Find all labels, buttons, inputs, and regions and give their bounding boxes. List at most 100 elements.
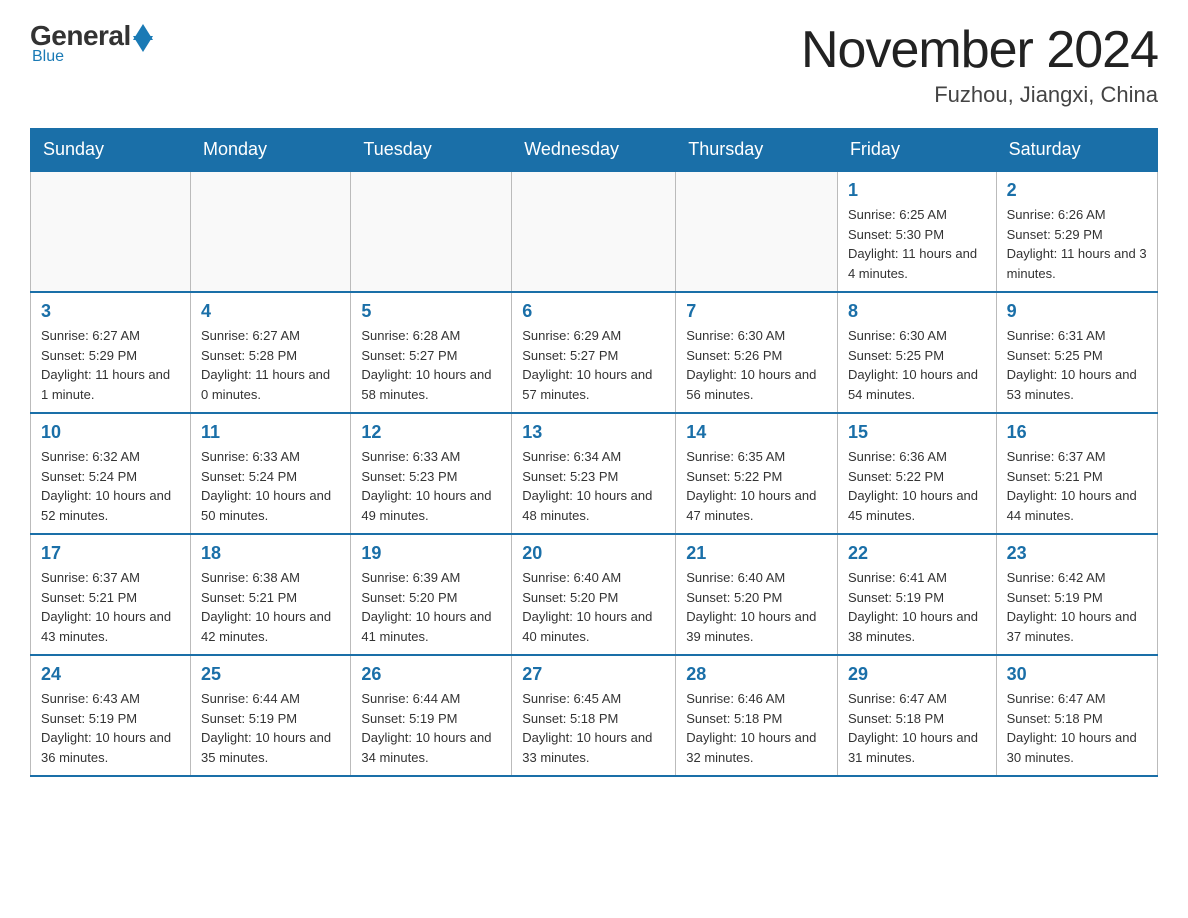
day-info: Sunrise: 6:40 AM Sunset: 5:20 PM Dayligh… (686, 568, 827, 646)
day-info: Sunrise: 6:33 AM Sunset: 5:23 PM Dayligh… (361, 447, 501, 525)
day-number: 6 (522, 301, 665, 322)
calendar-cell: 12 Sunrise: 6:33 AM Sunset: 5:23 PM Dayli… (351, 413, 512, 534)
day-info: Sunrise: 6:40 AM Sunset: 5:20 PM Dayligh… (522, 568, 665, 646)
calendar-header: SundayMondayTuesdayWednesdayThursdayFrid… (31, 129, 1158, 172)
day-number: 15 (848, 422, 986, 443)
calendar-cell: 6 Sunrise: 6:29 AM Sunset: 5:27 PM Daylig… (512, 292, 676, 413)
day-number: 2 (1007, 180, 1147, 201)
calendar-cell: 4 Sunrise: 6:27 AM Sunset: 5:28 PM Daylig… (191, 292, 351, 413)
day-info: Sunrise: 6:44 AM Sunset: 5:19 PM Dayligh… (201, 689, 340, 767)
calendar-body: 1 Sunrise: 6:25 AM Sunset: 5:30 PM Daylig… (31, 171, 1158, 776)
calendar-cell: 16 Sunrise: 6:37 AM Sunset: 5:21 PM Dayli… (996, 413, 1157, 534)
day-number: 11 (201, 422, 340, 443)
day-number: 26 (361, 664, 501, 685)
day-info: Sunrise: 6:30 AM Sunset: 5:26 PM Dayligh… (686, 326, 827, 404)
day-info: Sunrise: 6:34 AM Sunset: 5:23 PM Dayligh… (522, 447, 665, 525)
day-info: Sunrise: 6:37 AM Sunset: 5:21 PM Dayligh… (41, 568, 180, 646)
day-number: 21 (686, 543, 827, 564)
calendar-cell: 15 Sunrise: 6:36 AM Sunset: 5:22 PM Dayli… (837, 413, 996, 534)
month-title: November 2024 (801, 20, 1158, 80)
day-number: 19 (361, 543, 501, 564)
day-number: 22 (848, 543, 986, 564)
day-info: Sunrise: 6:44 AM Sunset: 5:19 PM Dayligh… (361, 689, 501, 767)
day-number: 27 (522, 664, 665, 685)
day-info: Sunrise: 6:41 AM Sunset: 5:19 PM Dayligh… (848, 568, 986, 646)
day-number: 1 (848, 180, 986, 201)
logo: General Blue (30, 20, 153, 66)
day-info: Sunrise: 6:31 AM Sunset: 5:25 PM Dayligh… (1007, 326, 1147, 404)
calendar-cell: 5Sunrise: 6:28 AM Sunset: 5:27 PM Daylig… (351, 292, 512, 413)
day-info: Sunrise: 6:33 AM Sunset: 5:24 PM Dayligh… (201, 447, 340, 525)
day-number: 10 (41, 422, 180, 443)
day-number: 13 (522, 422, 665, 443)
day-info: Sunrise: 6:27 AM Sunset: 5:28 PM Dayligh… (201, 326, 340, 404)
calendar-week-4: 17 Sunrise: 6:37 AM Sunset: 5:21 PM Dayli… (31, 534, 1158, 655)
weekday-header-row: SundayMondayTuesdayWednesdayThursdayFrid… (31, 129, 1158, 172)
day-number: 29 (848, 664, 986, 685)
calendar-cell: 10Sunrise: 6:32 AM Sunset: 5:24 PM Dayli… (31, 413, 191, 534)
calendar-cell: 9 Sunrise: 6:31 AM Sunset: 5:25 PM Daylig… (996, 292, 1157, 413)
day-info: Sunrise: 6:45 AM Sunset: 5:18 PM Dayligh… (522, 689, 665, 767)
calendar-cell: 20Sunrise: 6:40 AM Sunset: 5:20 PM Dayli… (512, 534, 676, 655)
day-number: 24 (41, 664, 180, 685)
day-info: Sunrise: 6:36 AM Sunset: 5:22 PM Dayligh… (848, 447, 986, 525)
day-info: Sunrise: 6:27 AM Sunset: 5:29 PM Dayligh… (41, 326, 180, 404)
calendar-cell (512, 171, 676, 292)
day-info: Sunrise: 6:46 AM Sunset: 5:18 PM Dayligh… (686, 689, 827, 767)
day-number: 7 (686, 301, 827, 322)
weekday-header-monday: Monday (191, 129, 351, 172)
calendar-cell: 13 Sunrise: 6:34 AM Sunset: 5:23 PM Dayli… (512, 413, 676, 534)
calendar-cell: 8 Sunrise: 6:30 AM Sunset: 5:25 PM Daylig… (837, 292, 996, 413)
day-number: 17 (41, 543, 180, 564)
weekday-header-sunday: Sunday (31, 129, 191, 172)
weekday-header-thursday: Thursday (676, 129, 838, 172)
calendar-cell: 14Sunrise: 6:35 AM Sunset: 5:22 PM Dayli… (676, 413, 838, 534)
calendar-cell: 29 Sunrise: 6:47 AM Sunset: 5:18 PM Dayli… (837, 655, 996, 776)
day-number: 18 (201, 543, 340, 564)
calendar-week-1: 1 Sunrise: 6:25 AM Sunset: 5:30 PM Daylig… (31, 171, 1158, 292)
day-number: 23 (1007, 543, 1147, 564)
calendar-table: SundayMondayTuesdayWednesdayThursdayFrid… (30, 128, 1158, 777)
day-number: 9 (1007, 301, 1147, 322)
day-info: Sunrise: 6:47 AM Sunset: 5:18 PM Dayligh… (1007, 689, 1147, 767)
day-number: 3 (41, 301, 180, 322)
weekday-header-wednesday: Wednesday (512, 129, 676, 172)
calendar-cell: 28 Sunrise: 6:46 AM Sunset: 5:18 PM Dayli… (676, 655, 838, 776)
calendar-cell: 11 Sunrise: 6:33 AM Sunset: 5:24 PM Dayli… (191, 413, 351, 534)
day-info: Sunrise: 6:47 AM Sunset: 5:18 PM Dayligh… (848, 689, 986, 767)
calendar-cell (191, 171, 351, 292)
calendar-cell: 27 Sunrise: 6:45 AM Sunset: 5:18 PM Dayli… (512, 655, 676, 776)
weekday-header-tuesday: Tuesday (351, 129, 512, 172)
day-info: Sunrise: 6:30 AM Sunset: 5:25 PM Dayligh… (848, 326, 986, 404)
calendar-week-3: 10Sunrise: 6:32 AM Sunset: 5:24 PM Dayli… (31, 413, 1158, 534)
day-info: Sunrise: 6:37 AM Sunset: 5:21 PM Dayligh… (1007, 447, 1147, 525)
calendar-cell: 18 Sunrise: 6:38 AM Sunset: 5:21 PM Dayli… (191, 534, 351, 655)
calendar-cell: 30Sunrise: 6:47 AM Sunset: 5:18 PM Dayli… (996, 655, 1157, 776)
day-info: Sunrise: 6:28 AM Sunset: 5:27 PM Dayligh… (361, 326, 501, 404)
location: Fuzhou, Jiangxi, China (801, 82, 1158, 108)
calendar-cell (676, 171, 838, 292)
calendar-cell: 23Sunrise: 6:42 AM Sunset: 5:19 PM Dayli… (996, 534, 1157, 655)
day-number: 16 (1007, 422, 1147, 443)
day-info: Sunrise: 6:29 AM Sunset: 5:27 PM Dayligh… (522, 326, 665, 404)
title-section: November 2024 Fuzhou, Jiangxi, China (801, 20, 1158, 108)
calendar-cell: 17 Sunrise: 6:37 AM Sunset: 5:21 PM Dayli… (31, 534, 191, 655)
calendar-week-2: 3 Sunrise: 6:27 AM Sunset: 5:29 PM Daylig… (31, 292, 1158, 413)
calendar-cell: 22 Sunrise: 6:41 AM Sunset: 5:19 PM Dayli… (837, 534, 996, 655)
calendar-cell: 24Sunrise: 6:43 AM Sunset: 5:19 PM Dayli… (31, 655, 191, 776)
day-info: Sunrise: 6:25 AM Sunset: 5:30 PM Dayligh… (848, 205, 986, 283)
weekday-header-saturday: Saturday (996, 129, 1157, 172)
logo-blue-text: Blue (32, 48, 64, 66)
calendar-cell: 1 Sunrise: 6:25 AM Sunset: 5:30 PM Daylig… (837, 171, 996, 292)
day-info: Sunrise: 6:39 AM Sunset: 5:20 PM Dayligh… (361, 568, 501, 646)
calendar-cell: 3 Sunrise: 6:27 AM Sunset: 5:29 PM Daylig… (31, 292, 191, 413)
day-number: 28 (686, 664, 827, 685)
calendar-cell (351, 171, 512, 292)
page-header: General Blue November 2024 Fuzhou, Jiang… (30, 20, 1158, 108)
day-info: Sunrise: 6:38 AM Sunset: 5:21 PM Dayligh… (201, 568, 340, 646)
day-info: Sunrise: 6:35 AM Sunset: 5:22 PM Dayligh… (686, 447, 827, 525)
day-number: 4 (201, 301, 340, 322)
weekday-header-friday: Friday (837, 129, 996, 172)
day-number: 12 (361, 422, 501, 443)
day-number: 8 (848, 301, 986, 322)
